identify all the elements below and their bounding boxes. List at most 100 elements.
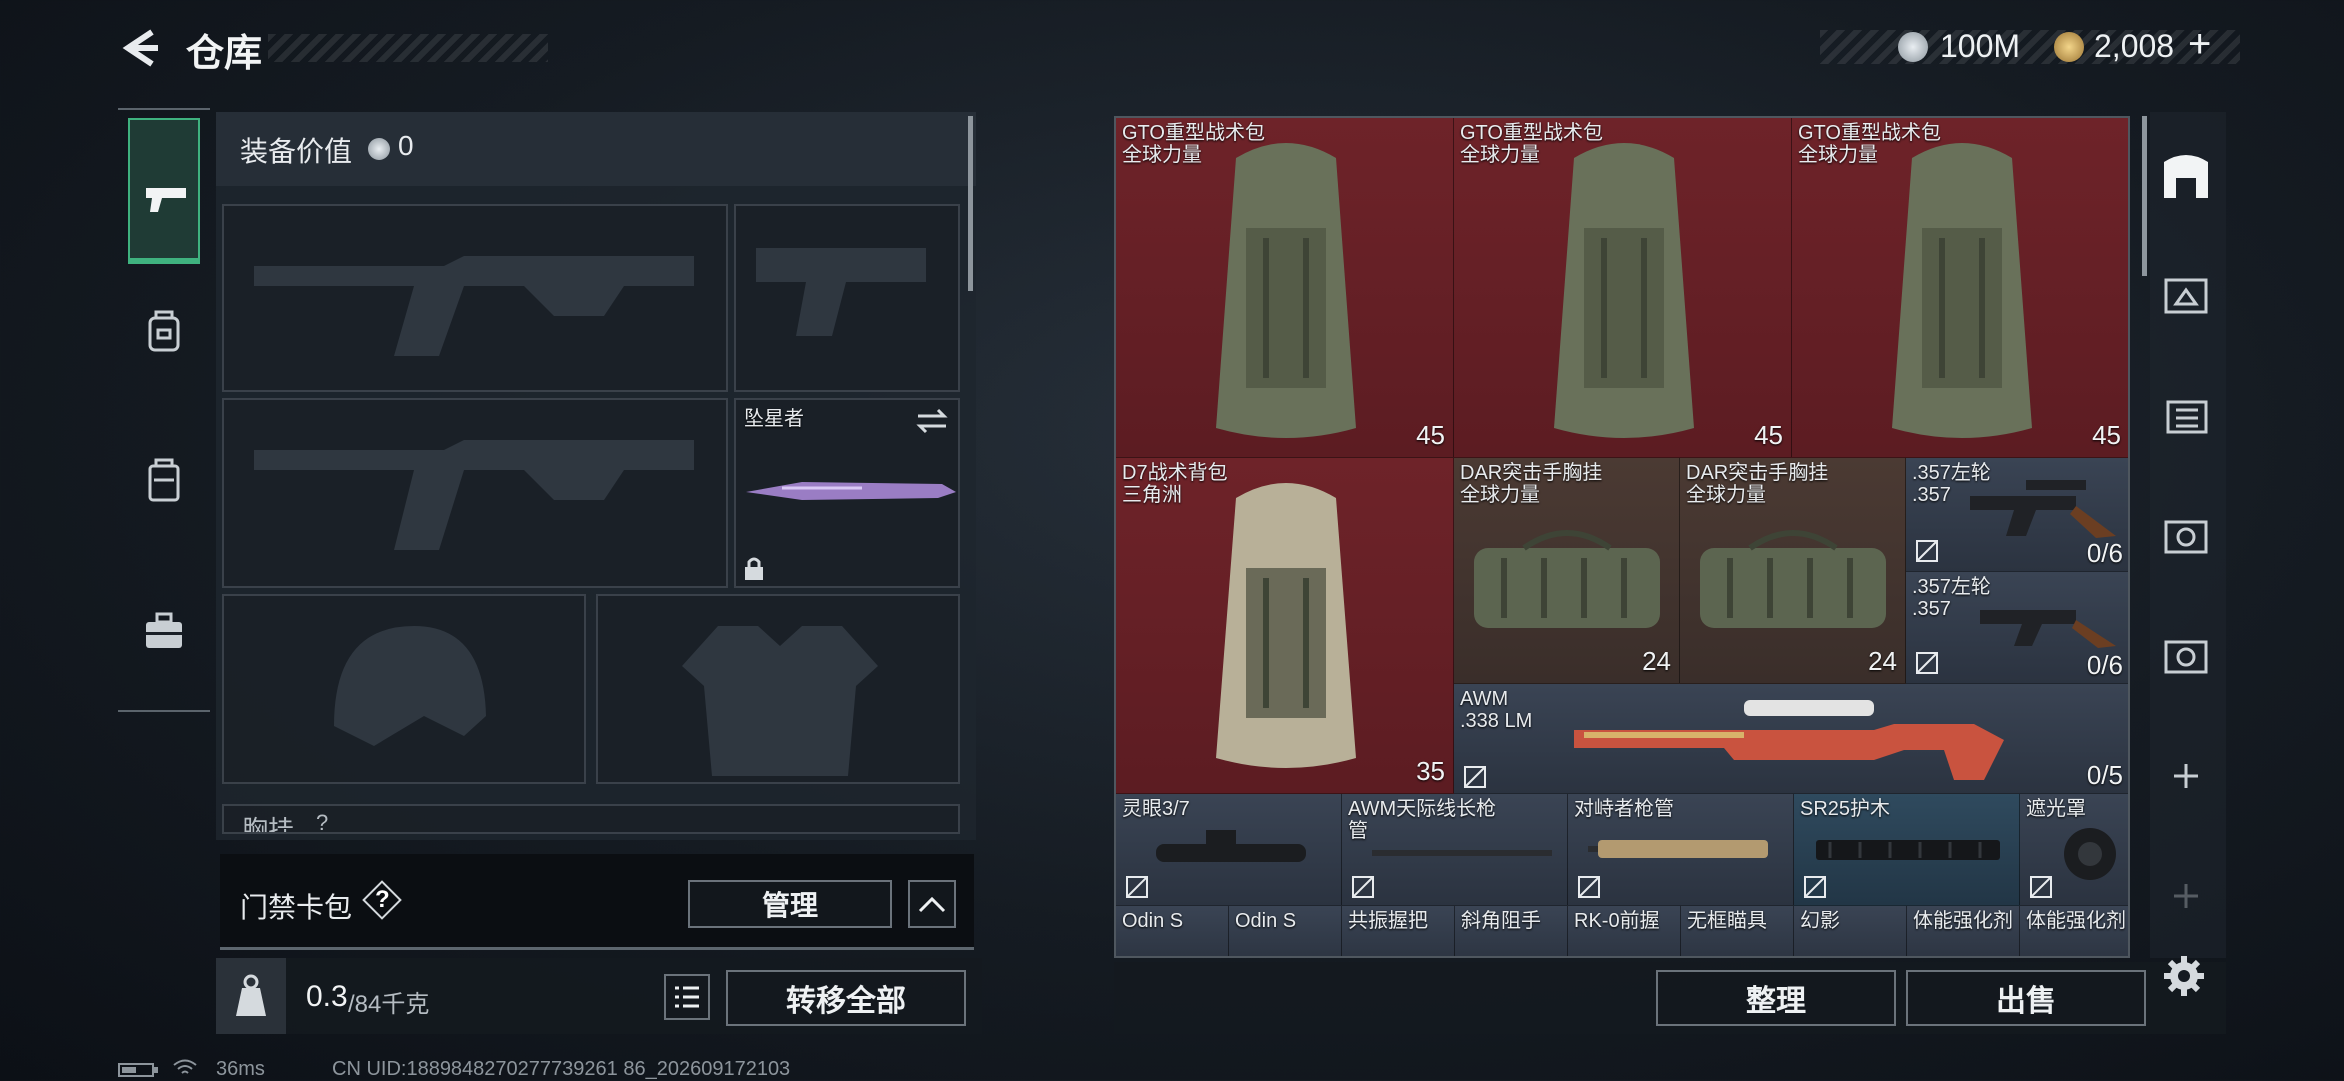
- item-card[interactable]: .357左轮 .357 0/6: [1906, 572, 2128, 684]
- melee-slot[interactable]: 坠星者: [734, 398, 960, 588]
- currency-silver-icon: [1898, 32, 1928, 62]
- knife-icon: [746, 482, 956, 500]
- small-item-name: RK-0前握: [1574, 910, 1660, 932]
- small-item-card[interactable]: 无框瞄具: [1681, 906, 1794, 956]
- attachment-card[interactable]: 灵眼3/7: [1116, 794, 1342, 906]
- small-item-card[interactable]: Odin S: [1116, 906, 1229, 956]
- keycard-label: 门禁卡包: [240, 892, 353, 923]
- title-decoration: [268, 34, 548, 62]
- item-card[interactable]: DAR突击手胸挂 全球力量 24: [1680, 458, 1906, 684]
- sniper-rifle-image-icon: [1574, 700, 2004, 780]
- primary-weapon-slot[interactable]: [222, 204, 728, 392]
- item-name: DAR突击手胸挂: [1686, 462, 1829, 484]
- attachment-card[interactable]: AWM天际线长枪管: [1342, 794, 1568, 906]
- small-item-name: 共振握把: [1348, 910, 1428, 932]
- add-stash-button-disabled: [2166, 876, 2206, 916]
- settings-button[interactable]: [2162, 954, 2206, 998]
- revolver-image-icon: [1970, 480, 2116, 538]
- back-button[interactable]: [118, 26, 162, 70]
- tab-equipment[interactable]: [128, 290, 200, 380]
- equipment-value-label: 装备价值: [240, 136, 353, 167]
- stash-tab-3[interactable]: [2156, 386, 2216, 446]
- add-stash-button[interactable]: [2166, 756, 2206, 796]
- tab-container[interactable]: [128, 440, 200, 530]
- attachment-card[interactable]: 遮光罩: [2020, 794, 2128, 906]
- small-item-card[interactable]: 共振握把: [1342, 906, 1455, 956]
- small-item-name: 体能强化剂: [2026, 910, 2126, 932]
- item-count: 45: [1416, 420, 1445, 450]
- manage-button[interactable]: 管理: [688, 880, 892, 928]
- stash-folder-icon: [2166, 400, 2208, 434]
- ping-text: 36ms: [216, 1058, 265, 1080]
- armor-slot[interactable]: [596, 594, 960, 784]
- sunshade-image-icon: [2064, 828, 2116, 880]
- revolver-image-icon: [1980, 610, 2116, 648]
- attachment-card[interactable]: 对峙者枪管: [1568, 794, 1794, 906]
- item-count: 0/6: [2086, 650, 2123, 680]
- item-count: 24: [1868, 646, 1897, 676]
- add-currency-button[interactable]: +: [2188, 22, 2211, 67]
- item-sub: 全球力量: [1122, 144, 1202, 166]
- sell-button[interactable]: 出售: [1906, 970, 2146, 1026]
- secondary-weapon-slot[interactable]: [222, 398, 728, 588]
- stash-tab-2[interactable]: [2156, 266, 2216, 326]
- value-coin-icon: [368, 138, 390, 160]
- item-name: AWM: [1460, 688, 1509, 710]
- item-card[interactable]: DAR突击手胸挂 全球力量 24: [1454, 458, 1680, 684]
- backpack-image-icon: [1554, 143, 1694, 438]
- item-card[interactable]: GTO重型战术包 全球力量 45: [1792, 118, 2128, 458]
- pistol-icon: [146, 188, 186, 212]
- item-sub: 全球力量: [1686, 484, 1766, 506]
- item-card[interactable]: D7战术背包 三角洲 35: [1116, 458, 1454, 794]
- helmet-silhouette-icon: [334, 626, 486, 746]
- small-item-card[interactable]: 幻影: [1794, 906, 1907, 956]
- chest-rig-help[interactable]: ?: [316, 810, 328, 832]
- item-name: DAR突击手胸挂: [1460, 462, 1603, 484]
- melee-name: 坠星者: [744, 408, 804, 430]
- toolbox-icon: [146, 612, 182, 648]
- pistol-slot[interactable]: [734, 204, 960, 392]
- expand-button[interactable]: [908, 880, 956, 928]
- attachment-name: 遮光罩: [2026, 798, 2086, 820]
- stash-tab-main[interactable]: [2156, 146, 2216, 206]
- uid-text: CN UID:1889848270277739261 86_2026091721…: [332, 1058, 791, 1080]
- sort-button[interactable]: 整理: [1656, 970, 1896, 1026]
- item-card[interactable]: GTO重型战术包 全球力量 45: [1454, 118, 1792, 458]
- small-item-card[interactable]: 体能强化剂: [1907, 906, 2020, 956]
- no-ammo-icon: [2030, 876, 2052, 898]
- chest-rig-slot[interactable]: 胸挂 ?: [222, 804, 960, 834]
- stash-box-icon-2: [2164, 278, 2208, 314]
- item-card[interactable]: GTO重型战术包 全球力量 45: [1116, 118, 1454, 458]
- no-ammo-icon: [1916, 540, 1938, 562]
- item-card[interactable]: AWM .338 LM 0/5: [1454, 684, 2128, 794]
- small-item-card[interactable]: Odin S: [1229, 906, 1342, 956]
- attachment-name: 灵眼3/7: [1122, 798, 1190, 820]
- item-card[interactable]: .357左轮 .357 0/6: [1906, 458, 2128, 572]
- item-sub: .357: [1912, 484, 1951, 506]
- stash-scrollbar[interactable]: [2142, 116, 2147, 276]
- loadout-scrollbar[interactable]: [968, 116, 973, 291]
- chest-rig-image-icon: [1700, 530, 1886, 628]
- backpack-icon: [148, 310, 180, 352]
- stash-tab-4[interactable]: [2156, 506, 2216, 566]
- transfer-all-button[interactable]: 转移全部: [726, 970, 966, 1026]
- chevron-up-icon: [918, 896, 946, 913]
- attachment-card[interactable]: SR25护木: [1794, 794, 2020, 906]
- item-count: 0/6: [2086, 538, 2123, 568]
- helmet-slot[interactable]: [222, 594, 586, 784]
- small-item-card[interactable]: 体能强化剂: [2020, 906, 2128, 956]
- swap-icon[interactable]: [916, 408, 948, 434]
- stash-box-icon: [2164, 155, 2208, 198]
- stash-tab-5[interactable]: [2156, 626, 2216, 686]
- rifle-silhouette-icon-2: [254, 440, 694, 550]
- list-view-button[interactable]: [664, 974, 710, 1020]
- tab-toolbox[interactable]: [128, 590, 200, 680]
- attachment-name: AWM天际线长枪管: [1348, 798, 1497, 842]
- tab-weapons[interactable]: [128, 118, 200, 264]
- small-item-card[interactable]: 斜角阻手: [1455, 906, 1568, 956]
- item-sub: 全球力量: [1460, 144, 1540, 166]
- plus-icon: [2174, 764, 2198, 788]
- item-sub: 全球力量: [1460, 484, 1540, 506]
- small-item-card[interactable]: RK-0前握: [1568, 906, 1681, 956]
- barrel-image-icon: [1372, 850, 1552, 856]
